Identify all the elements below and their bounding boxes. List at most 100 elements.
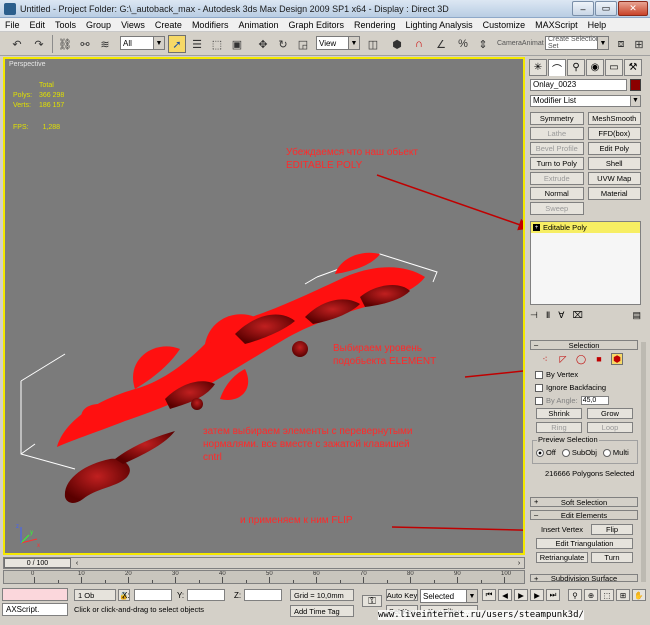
play-icon[interactable]: ▶ xyxy=(514,589,528,601)
zoom-icon[interactable]: ⚲ xyxy=(568,589,582,601)
hierarchy-tab-icon[interactable]: ⚲ xyxy=(567,59,585,76)
spinner-snap-icon[interactable]: ⇕ xyxy=(474,35,492,53)
undo-icon[interactable]: ↶ xyxy=(8,35,26,53)
by-vertex-option[interactable]: By Vertex xyxy=(535,370,578,379)
extrude-button[interactable]: Extrude xyxy=(530,172,584,185)
edit-poly-button[interactable]: Edit Poly xyxy=(587,142,641,155)
create-tab-icon[interactable]: ✳ xyxy=(529,59,547,76)
angle-snap-icon[interactable]: ∠ xyxy=(432,35,450,53)
pan-view-icon[interactable]: ✋ xyxy=(632,589,646,601)
command-panel-scrollbar[interactable] xyxy=(641,342,646,582)
display-tab-icon[interactable]: ▭ xyxy=(605,59,623,76)
object-name-field[interactable]: Onlay_0023 xyxy=(530,79,627,91)
lathe-button[interactable]: Lathe xyxy=(530,127,584,140)
vertex-level-icon[interactable]: ⁖ xyxy=(539,353,551,365)
select-by-name-icon[interactable]: ☰ xyxy=(188,35,206,53)
pivot-center-icon[interactable]: ◫ xyxy=(364,35,382,53)
preview-off-radio[interactable] xyxy=(536,449,544,458)
snaps-toggle-icon[interactable]: ∩ xyxy=(410,35,428,53)
menu-edit[interactable]: Edit xyxy=(25,20,51,30)
symmetry-button[interactable]: Symmetry xyxy=(530,112,584,125)
selection-rollout-header[interactable]: – Selection xyxy=(530,340,638,350)
by-angle-spinner[interactable]: 45,0 xyxy=(580,396,609,405)
element-level-icon[interactable]: ⬢ xyxy=(611,353,623,365)
subdivision-surface-rollout-header[interactable]: + Subdivision Surface xyxy=(530,574,638,582)
uvw-map-button[interactable]: UVW Map xyxy=(587,172,641,185)
manipulate-icon[interactable]: ⬢ xyxy=(388,35,406,53)
bind-space-warp-icon[interactable]: ≋ xyxy=(96,35,114,53)
ignore-backfacing-option[interactable]: Ignore Backfacing xyxy=(535,383,606,392)
menu-maxscript[interactable]: MAXScript xyxy=(530,20,583,30)
rectangular-selection-icon[interactable]: ⬚ xyxy=(208,35,226,53)
remove-modifier-icon[interactable]: ⌧ xyxy=(572,310,582,321)
preview-multi-radio[interactable] xyxy=(602,449,611,458)
menu-animation[interactable]: Animation xyxy=(233,20,283,30)
modifier-stack[interactable]: + Editable Poly xyxy=(530,221,641,305)
menu-lighting-analysis[interactable]: Lighting Analysis xyxy=(401,20,478,30)
select-and-move-icon[interactable]: ✥ xyxy=(254,35,272,53)
menu-file[interactable]: File xyxy=(0,20,25,30)
by-angle-checkbox[interactable] xyxy=(535,396,543,405)
menu-graph-editors[interactable]: Graph Editors xyxy=(283,20,349,30)
unlink-icon[interactable]: ⚯ xyxy=(76,35,94,53)
motion-tab-icon[interactable]: ◉ xyxy=(586,59,604,76)
previous-frame-icon[interactable]: ◀ xyxy=(498,589,512,601)
material-button[interactable]: Material xyxy=(587,187,641,200)
align-icon[interactable]: ⊞ xyxy=(630,35,648,53)
window-crossing-icon[interactable]: ▣ xyxy=(228,35,246,53)
menu-create[interactable]: Create xyxy=(150,20,187,30)
preview-off-option[interactable]: Off xyxy=(536,448,556,458)
select-and-scale-icon[interactable]: ◲ xyxy=(294,35,312,53)
retriangulate-button[interactable]: Retriangulate xyxy=(536,552,588,563)
key-icon[interactable]: ⚿ xyxy=(362,595,382,607)
reference-coordinate-dropdown[interactable]: View ▼ xyxy=(316,36,360,50)
edit-triangulation-button[interactable]: Edit Triangulation xyxy=(536,538,633,549)
turn-button[interactable]: Turn xyxy=(591,552,633,563)
next-frame-icon[interactable]: ▶ xyxy=(530,589,544,601)
maxscript-listener-output[interactable] xyxy=(2,588,68,601)
redo-icon[interactable]: ↷ xyxy=(30,35,48,53)
minimize-button[interactable]: – xyxy=(572,1,594,16)
stack-item-editable-poly[interactable]: + Editable Poly xyxy=(531,222,640,233)
flip-button[interactable]: Flip xyxy=(591,524,633,535)
select-object-icon[interactable]: ➚ xyxy=(168,35,186,53)
menu-views[interactable]: Views xyxy=(116,20,150,30)
chevron-left-icon[interactable]: ‹ xyxy=(72,558,82,568)
edge-level-icon[interactable]: ◸ xyxy=(557,353,569,365)
close-button[interactable]: ✕ xyxy=(618,1,648,16)
track-bar[interactable]: 0 10 20 30 40 50 60 70 80 90 100 xyxy=(3,570,525,584)
preview-subobj-radio[interactable] xyxy=(561,449,570,458)
time-slider-handle[interactable]: 0 / 100 xyxy=(4,558,71,568)
selection-filter-dropdown[interactable]: All ▼ xyxy=(120,36,165,50)
menu-rendering[interactable]: Rendering xyxy=(349,20,401,30)
bevel-profile-button[interactable]: Bevel Profile xyxy=(530,142,584,155)
by-angle-option[interactable]: By Angle: 45,0 xyxy=(535,396,609,405)
menu-tools[interactable]: Tools xyxy=(50,20,81,30)
show-end-result-icon[interactable]: Ⅱ xyxy=(546,310,550,321)
preview-multi-option[interactable]: Multi xyxy=(602,448,629,458)
maximize-button[interactable]: ▭ xyxy=(595,1,617,16)
modify-tab-icon[interactable]: ⌒ xyxy=(548,59,566,76)
perspective-viewport[interactable]: Perspective Total Polys: 366 298 Verts: 18… xyxy=(3,57,525,555)
border-level-icon[interactable]: ◯ xyxy=(575,353,587,365)
object-color-swatch[interactable] xyxy=(630,79,641,91)
edit-elements-rollout-header[interactable]: – Edit Elements xyxy=(530,510,638,520)
select-and-rotate-icon[interactable]: ↻ xyxy=(274,35,292,53)
y-coordinate-field[interactable] xyxy=(187,589,225,601)
utilities-tab-icon[interactable]: ⚒ xyxy=(624,59,642,76)
go-to-start-icon[interactable]: ⏮ xyxy=(482,589,496,601)
menu-group[interactable]: Group xyxy=(81,20,116,30)
ignore-backfacing-checkbox[interactable] xyxy=(535,383,543,392)
menu-help[interactable]: Help xyxy=(583,20,612,30)
time-slider[interactable]: 0 / 100 ‹ › xyxy=(3,557,525,569)
zoom-extents-all-icon[interactable]: ⊞ xyxy=(616,589,630,601)
expand-icon[interactable]: + xyxy=(533,224,540,231)
sweep-button[interactable]: Sweep xyxy=(530,202,584,215)
x-coordinate-field[interactable] xyxy=(134,589,172,601)
zoom-all-icon[interactable]: ⊕ xyxy=(584,589,598,601)
grow-button[interactable]: Grow xyxy=(587,408,633,419)
z-coordinate-field[interactable] xyxy=(244,589,282,601)
turn-to-poly-button[interactable]: Turn to Poly xyxy=(530,157,584,170)
menu-modifiers[interactable]: Modifiers xyxy=(187,20,234,30)
insert-vertex-button[interactable]: Insert Vertex xyxy=(536,524,588,535)
